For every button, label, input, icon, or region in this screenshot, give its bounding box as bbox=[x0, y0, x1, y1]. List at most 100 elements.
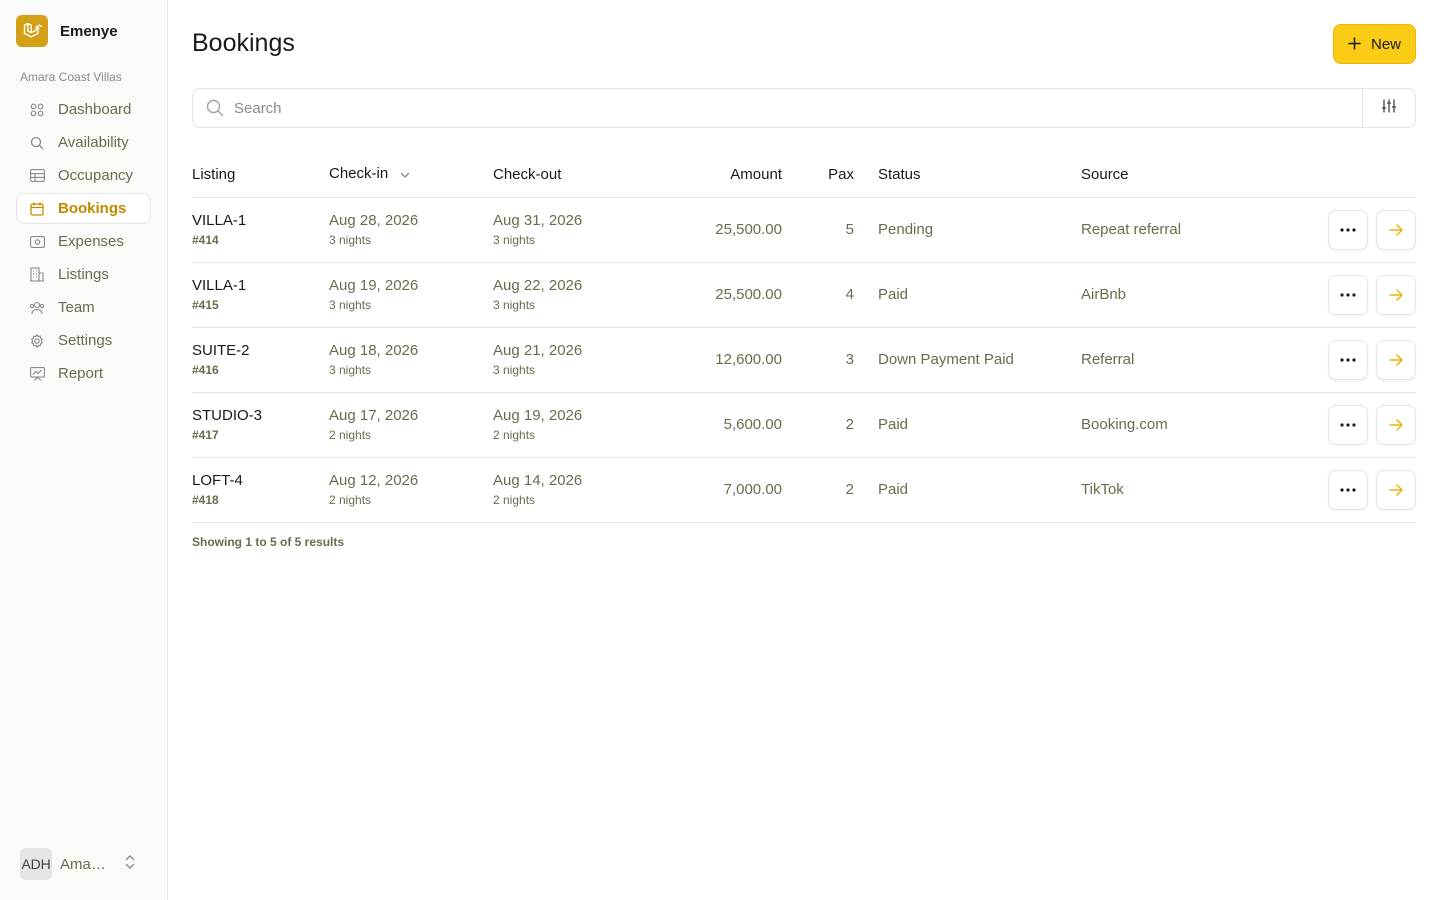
column-header-source[interactable]: Source bbox=[1081, 152, 1261, 198]
checkin-nights: 3 nights bbox=[329, 233, 372, 247]
column-header-checkin[interactable]: Check-in bbox=[329, 152, 493, 198]
open-booking-button[interactable] bbox=[1376, 274, 1416, 315]
calendar-icon bbox=[29, 201, 45, 217]
column-header-checkout[interactable]: Check-out bbox=[493, 152, 643, 198]
table-row[interactable]: VILLA-1 #415 Aug 19, 2026 3 nights Aug 22,… bbox=[192, 262, 1416, 328]
source-cell: Referral bbox=[1081, 327, 1261, 393]
table-row[interactable]: SUITE-2 #416 Aug 18, 2026 3 nights Aug 21,… bbox=[192, 327, 1416, 393]
column-header-listing[interactable]: Listing bbox=[192, 152, 329, 198]
checkin-date: Aug 18, 2026 bbox=[329, 342, 419, 359]
open-booking-button[interactable] bbox=[1376, 209, 1416, 250]
open-booking-button[interactable] bbox=[1376, 404, 1416, 445]
more-actions-button[interactable] bbox=[1328, 339, 1368, 380]
checkout-date: Aug 31, 2026 bbox=[493, 212, 583, 229]
table-row[interactable]: STUDIO-3 #417 Aug 17, 2026 2 nights Aug 19… bbox=[192, 392, 1416, 458]
brand[interactable]: Emenye bbox=[16, 15, 118, 47]
avatar: ADH bbox=[20, 848, 52, 880]
sidebar-item-occupancy[interactable]: Occupancy bbox=[16, 160, 151, 191]
table-row[interactable]: VILLA-1 #414 Aug 28, 2026 3 nights Aug 31,… bbox=[192, 197, 1416, 263]
checkin-nights: 2 nights bbox=[329, 428, 372, 442]
arrow-right-icon bbox=[1389, 288, 1403, 301]
search-icon bbox=[29, 135, 45, 151]
column-header-pax[interactable]: Pax bbox=[782, 152, 854, 198]
listing-name: LOFT-4 bbox=[192, 472, 243, 489]
new-button-label: New bbox=[1370, 35, 1401, 53]
sidebar-item-expenses[interactable]: Expenses bbox=[16, 226, 151, 257]
status-cell: Pending bbox=[854, 197, 1081, 263]
pax-cell: 4 bbox=[782, 262, 854, 328]
sidebar-item-dashboard[interactable]: Dashboard bbox=[16, 94, 151, 125]
ellipsis-icon bbox=[1340, 357, 1356, 362]
chevron-up-down-icon bbox=[124, 854, 136, 875]
sidebar-item-listings[interactable]: Listings bbox=[16, 259, 151, 290]
sidebar-item-label: Availability bbox=[58, 134, 129, 151]
brand-name: Emenye bbox=[60, 22, 118, 40]
checkin-date: Aug 28, 2026 bbox=[329, 212, 419, 229]
user-menu[interactable]: ADH Amara Coast Villas bbox=[20, 848, 136, 880]
source-cell: AirBnb bbox=[1081, 262, 1261, 328]
sidebar-item-label: Listings bbox=[58, 266, 109, 283]
checkout-nights: 2 nights bbox=[493, 428, 536, 442]
arrow-right-icon bbox=[1389, 483, 1403, 496]
plus-icon bbox=[1348, 35, 1361, 53]
sidebar-item-label: Settings bbox=[58, 332, 113, 349]
more-actions-button[interactable] bbox=[1328, 209, 1368, 250]
column-header-status[interactable]: Status bbox=[854, 152, 1081, 198]
source-cell: Repeat referral bbox=[1081, 197, 1261, 263]
booking-id: #414 bbox=[192, 233, 219, 247]
sidebar-item-label: Expenses bbox=[58, 233, 124, 250]
checkout-date: Aug 22, 2026 bbox=[493, 277, 583, 294]
sidebar-item-availability[interactable]: Availability bbox=[16, 127, 151, 158]
amount-cell: 7,000.00 bbox=[643, 457, 782, 523]
checkin-date: Aug 17, 2026 bbox=[329, 407, 419, 424]
amount-cell: 12,600.00 bbox=[643, 327, 782, 393]
open-booking-button[interactable] bbox=[1376, 469, 1416, 510]
sidebar-item-bookings[interactable]: Bookings bbox=[16, 193, 151, 224]
column-header-amount[interactable]: Amount bbox=[643, 152, 782, 198]
filter-button[interactable] bbox=[1362, 89, 1415, 127]
page-title: Bookings bbox=[192, 29, 295, 57]
source-cell: Booking.com bbox=[1081, 392, 1261, 458]
booking-id: #415 bbox=[192, 298, 219, 312]
column-header-actions bbox=[1261, 152, 1416, 198]
listing-name: VILLA-1 bbox=[192, 277, 247, 294]
status-cell: Paid bbox=[854, 457, 1081, 523]
gear-icon bbox=[29, 333, 45, 349]
ellipsis-icon bbox=[1340, 292, 1356, 297]
sidebar: Emenye Amara Coast Villas Dashboard Avai… bbox=[0, 0, 168, 900]
more-actions-button[interactable] bbox=[1328, 469, 1368, 510]
status-cell: Down Payment Paid bbox=[854, 327, 1081, 393]
more-actions-button[interactable] bbox=[1328, 274, 1368, 315]
grid-icon bbox=[29, 102, 45, 118]
checkout-nights: 3 nights bbox=[493, 233, 536, 247]
sidebar-item-team[interactable]: Team bbox=[16, 292, 151, 323]
sidebar-item-label: Dashboard bbox=[58, 101, 132, 118]
open-booking-button[interactable] bbox=[1376, 339, 1416, 380]
booking-id: #416 bbox=[192, 363, 219, 377]
sidebar-item-settings[interactable]: Settings bbox=[16, 325, 151, 356]
chart-icon bbox=[29, 366, 45, 382]
listing-name: SUITE-2 bbox=[192, 342, 250, 359]
ellipsis-icon bbox=[1340, 422, 1356, 427]
pax-cell: 5 bbox=[782, 197, 854, 263]
amount-cell: 25,500.00 bbox=[643, 197, 782, 263]
status-cell: Paid bbox=[854, 262, 1081, 328]
more-actions-button[interactable] bbox=[1328, 404, 1368, 445]
table-row[interactable]: LOFT-4 #418 Aug 12, 2026 2 nights Aug 14, … bbox=[192, 457, 1416, 523]
booking-id: #418 bbox=[192, 493, 219, 507]
amount-cell: 25,500.00 bbox=[643, 262, 782, 328]
sidebar-item-report[interactable]: Report bbox=[16, 358, 151, 389]
table-header-row: Listing Check-in Check-out Amount Pax St… bbox=[192, 152, 1416, 198]
checkout-nights: 3 nights bbox=[493, 363, 536, 377]
sidebar-item-label: Occupancy bbox=[58, 167, 134, 184]
banknote-icon bbox=[29, 234, 45, 250]
checkout-date: Aug 14, 2026 bbox=[493, 472, 583, 489]
new-booking-button[interactable]: New bbox=[1333, 24, 1416, 64]
booking-id: #417 bbox=[192, 428, 219, 442]
checkin-nights: 3 nights bbox=[329, 363, 372, 377]
ellipsis-icon bbox=[1340, 487, 1356, 492]
amount-cell: 5,600.00 bbox=[643, 392, 782, 458]
search-input[interactable] bbox=[234, 89, 1362, 127]
arrow-right-icon bbox=[1389, 223, 1403, 236]
arrow-right-icon bbox=[1389, 418, 1403, 431]
